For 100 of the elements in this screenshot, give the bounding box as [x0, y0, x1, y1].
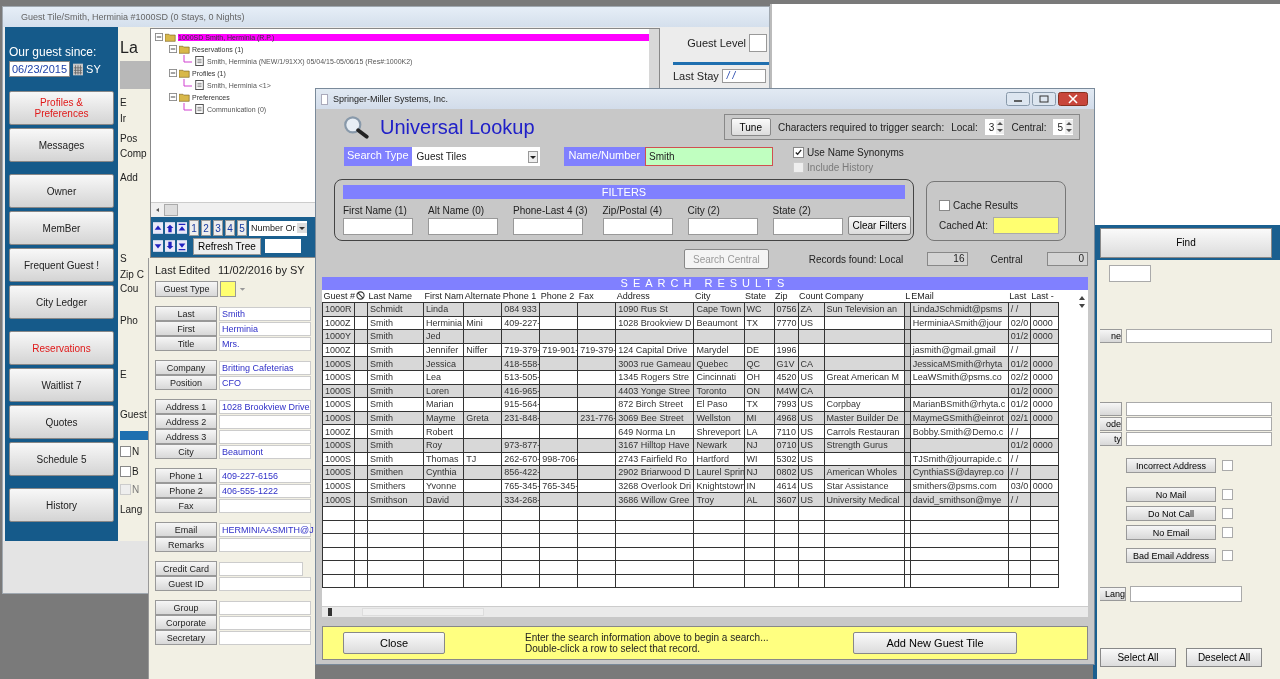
clear-filters-button[interactable]: Clear Filters [847, 216, 912, 235]
input-field[interactable] [219, 498, 311, 513]
checkbox[interactable] [1222, 527, 1233, 538]
checkbox[interactable] [1222, 489, 1233, 500]
sidebar-button[interactable]: Frequent Guest ! [9, 248, 114, 282]
column-header[interactable]: Phone 2 [540, 291, 575, 301]
column-header[interactable]: Alternate [464, 291, 501, 301]
field-button[interactable]: Lang [1100, 586, 1126, 601]
input-field[interactable]: Beaumont [219, 444, 311, 459]
column-header[interactable]: Last Name [368, 291, 413, 301]
scroll-up-icon[interactable] [1078, 294, 1086, 302]
close-icon[interactable] [1058, 92, 1088, 106]
filter-field[interactable] [513, 218, 583, 235]
column-header[interactable]: Guest # [323, 291, 356, 301]
central-spinner[interactable]: 5 [1053, 119, 1073, 135]
double-down-arrow-icon[interactable] [165, 239, 175, 253]
sidebar-button[interactable]: MemBer [9, 211, 114, 245]
flag-button[interactable]: No Email [1126, 525, 1216, 540]
page-button[interactable]: 1 [189, 220, 199, 236]
tune-button[interactable]: Tune [730, 118, 771, 136]
input-field[interactable]: Britting Cafeterias [219, 360, 311, 375]
refresh-tree-button[interactable]: Refresh Tree [193, 237, 261, 255]
field-button[interactable]: Address 1 [155, 399, 217, 414]
input-field[interactable] [219, 600, 311, 615]
field-button[interactable]: Credit Card [155, 561, 217, 576]
field-button[interactable]: Secretary [155, 630, 217, 645]
flag-button[interactable]: Bad Email Address [1126, 548, 1216, 563]
add-new-guest-tile-button[interactable]: Add New Guest Tile [853, 632, 1017, 654]
input-field[interactable] [219, 414, 311, 429]
column-header[interactable]: Fax [578, 291, 594, 301]
field-button[interactable]: Group [155, 600, 217, 615]
field-button[interactable]: Position [155, 375, 217, 390]
collapse-icon[interactable] [155, 33, 163, 41]
double-up-arrow-icon[interactable] [165, 221, 175, 235]
input-field[interactable]: CFO [219, 375, 311, 390]
collapse-icon[interactable] [169, 93, 177, 101]
field-button[interactable]: Corporate [155, 615, 217, 630]
input-field[interactable] [219, 537, 311, 552]
filter-field[interactable] [602, 218, 673, 235]
guest-type-button[interactable]: Guest Type [155, 281, 218, 297]
field-button[interactable]: Email [155, 522, 217, 537]
input-field[interactable]: 1028 Brookview Drive [219, 399, 311, 414]
checkbox[interactable] [1222, 508, 1233, 519]
cached-at-field[interactable] [992, 217, 1059, 234]
input-field[interactable] [1126, 416, 1272, 431]
calendar-icon[interactable] [73, 62, 84, 76]
guest-level-field[interactable] [749, 34, 767, 52]
column-header[interactable]: State [745, 291, 766, 301]
column-header[interactable]: Last [1009, 291, 1027, 301]
column-header[interactable]: EMail [911, 291, 934, 301]
input-field[interactable] [219, 576, 311, 591]
column-header[interactable]: City [694, 291, 711, 301]
input-field[interactable]: Mrs. [219, 336, 311, 351]
field-button[interactable]: Phone 1 [155, 468, 217, 483]
sidebar-button[interactable]: History [9, 488, 114, 522]
local-spinner[interactable]: 3 [984, 119, 1005, 135]
filter-field[interactable] [772, 218, 843, 235]
field-button[interactable]: Address 3 [155, 429, 217, 444]
scroll-down-icon[interactable] [1078, 302, 1086, 310]
field-button[interactable]: First [155, 321, 217, 336]
sidebar-button[interactable]: Quotes [9, 405, 114, 439]
text-field[interactable] [264, 239, 301, 253]
column-header[interactable]: First Nam [424, 291, 464, 301]
field-button[interactable]: Fax [155, 498, 217, 513]
collapse-icon[interactable] [169, 69, 177, 77]
horizontal-scrollbar[interactable] [322, 606, 1088, 617]
page-button[interactable]: 5 [237, 220, 247, 236]
deselect-all-button[interactable]: Deselect All [1186, 648, 1262, 667]
field-button[interactable]: ty [1100, 431, 1122, 446]
input-field[interactable]: Smith [219, 306, 311, 321]
maximize-icon[interactable] [1032, 92, 1056, 106]
input-field[interactable] [219, 630, 311, 645]
field-button[interactable]: ode [1100, 416, 1122, 431]
column-header[interactable]: L [905, 291, 911, 301]
checkbox[interactable] [120, 465, 131, 477]
field-button[interactable]: ne [1100, 328, 1122, 343]
flag-button[interactable]: Do Not Call [1126, 506, 1216, 521]
flag-button[interactable]: No Mail [1126, 487, 1216, 502]
page-button[interactable]: 3 [213, 220, 223, 236]
sidebar-button[interactable]: Schedule 5 [9, 442, 114, 476]
sidebar-button[interactable]: City Ledger [9, 285, 114, 319]
sidebar-button[interactable]: Reservations [9, 331, 114, 365]
column-header[interactable]: Last - [1031, 291, 1054, 301]
field-button[interactable]: Last [155, 306, 217, 321]
date-field[interactable]: 06/23/2015 [9, 61, 71, 77]
input-field[interactable]: HERMINIAASMITH@J [219, 522, 311, 537]
checkbox[interactable] [1222, 550, 1233, 561]
input-field[interactable] [1126, 431, 1272, 446]
input-field[interactable]: 409-227-6156 [219, 468, 311, 483]
input-field[interactable] [1130, 585, 1242, 602]
color-swatch[interactable] [220, 281, 236, 297]
column-header[interactable]: Count [799, 291, 824, 301]
input-field[interactable]: Herminia [219, 321, 311, 336]
field-button[interactable]: Company [155, 360, 217, 375]
field-button[interactable]: Remarks [155, 537, 217, 552]
field-button[interactable] [1100, 401, 1122, 416]
field-button[interactable]: City [155, 444, 217, 459]
filter-field[interactable] [687, 218, 758, 235]
page-button[interactable]: 4 [225, 220, 235, 236]
scrollbar-thumb[interactable] [164, 204, 178, 216]
